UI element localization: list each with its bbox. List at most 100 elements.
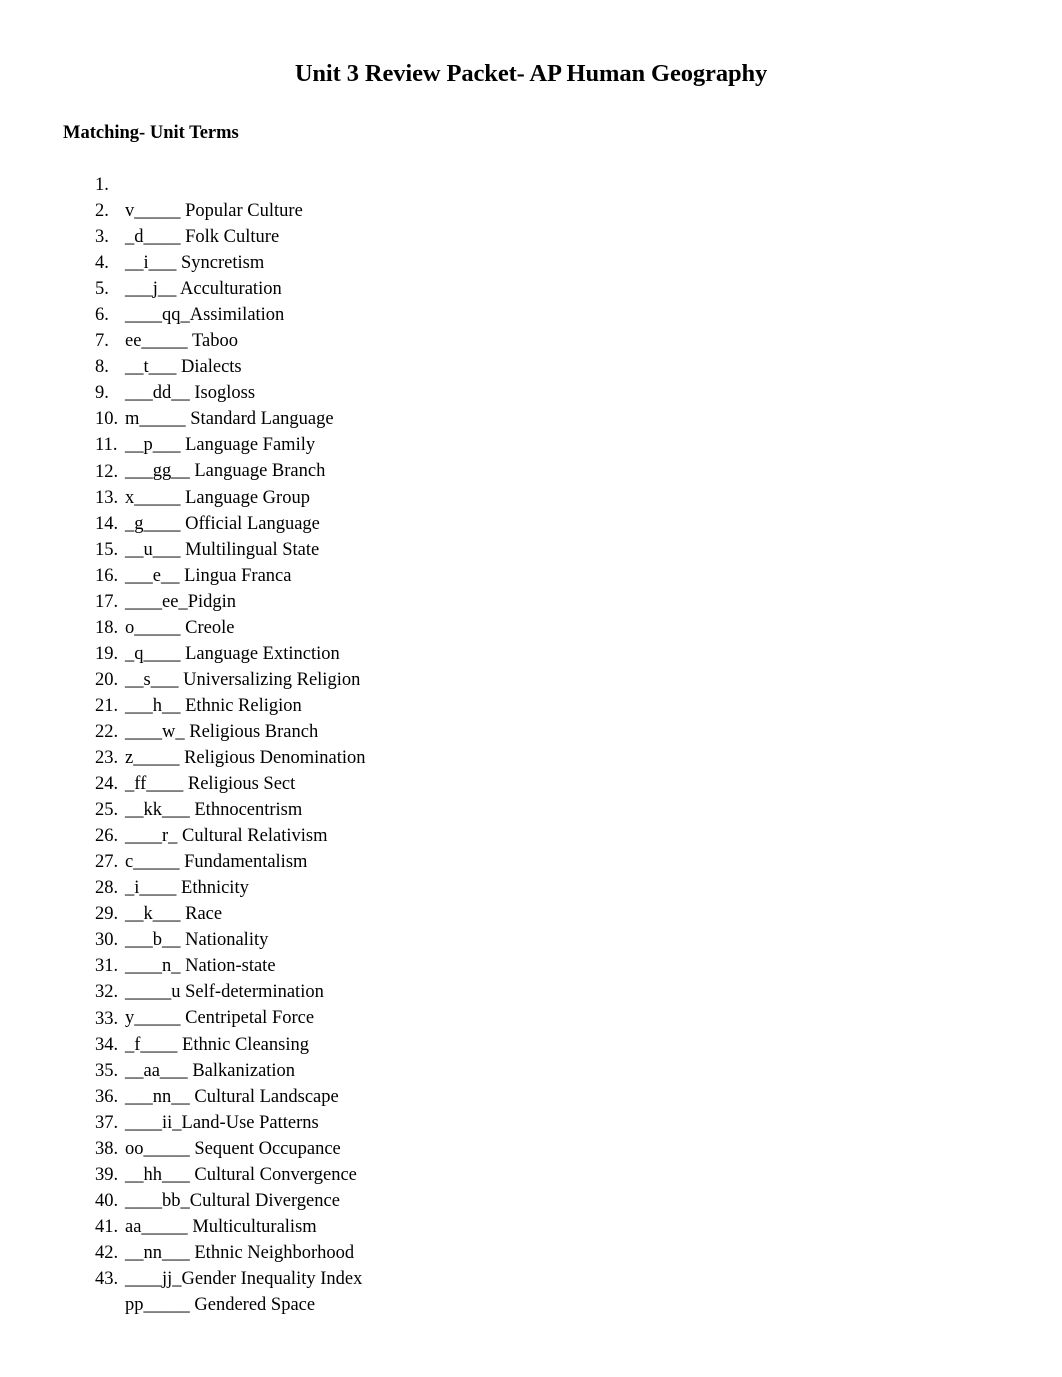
item-number: 38. bbox=[95, 1138, 119, 1159]
matching-item: 17. o_____ Creole bbox=[0, 563, 234, 638]
matching-item: 1. v_____ Popular Culture bbox=[0, 146, 303, 221]
item-answer-and-term: __kk___ Ethnocentrism bbox=[125, 797, 302, 823]
item-term: Centripetal Force bbox=[185, 1008, 315, 1029]
item-answer-and-term: __t___ Dialects bbox=[125, 354, 242, 380]
item-number: 11. bbox=[95, 435, 118, 456]
item-number: 33. bbox=[95, 1008, 119, 1029]
item-number: 21. bbox=[95, 695, 119, 716]
item-term: Acculturation bbox=[180, 279, 282, 300]
item-term: Syncretism bbox=[181, 253, 265, 274]
item-answer-and-term: ___gg__ Language Branch bbox=[125, 458, 325, 484]
item-answer: ___j__ bbox=[125, 279, 177, 300]
item-answer: x_____ bbox=[125, 487, 181, 508]
matching-item: 32. y_____ Centripetal Force bbox=[0, 953, 314, 1028]
item-answer: __k___ bbox=[125, 904, 181, 925]
section-heading: Matching- Unit Terms bbox=[63, 123, 239, 143]
item-answer: ___b__ bbox=[125, 930, 181, 951]
item-answer: ____ii_ bbox=[125, 1112, 182, 1133]
matching-item: 31. _____u Self-determination bbox=[0, 927, 324, 1002]
item-number: 23. bbox=[95, 748, 119, 769]
item-answer: ___dd__ bbox=[125, 383, 190, 404]
item-answer: _g____ bbox=[125, 513, 181, 534]
item-answer-and-term: _q____ Language Extinction bbox=[125, 641, 340, 667]
item-term: Nation-state bbox=[185, 956, 276, 977]
item-term: Race bbox=[185, 904, 223, 925]
matching-item: 2. _d____ Folk Culture bbox=[0, 172, 279, 247]
item-answer-and-term: oo_____ Sequent Occupance bbox=[125, 1136, 341, 1162]
item-number: 30. bbox=[95, 930, 119, 951]
item-number: 10. bbox=[95, 409, 119, 430]
item-answer: oo_____ bbox=[125, 1138, 190, 1159]
item-number: 3. bbox=[95, 227, 109, 248]
item-answer: c_____ bbox=[125, 852, 180, 873]
item-answer: y_____ bbox=[125, 1008, 181, 1029]
item-term: Religious Sect bbox=[187, 774, 296, 795]
item-number: 8. bbox=[95, 357, 109, 378]
item-answer-and-term: ___h__ Ethnic Religion bbox=[125, 693, 302, 719]
item-term: Religious Denomination bbox=[184, 747, 366, 768]
item-answer-and-term: o_____ Creole bbox=[125, 615, 234, 641]
item-number: 1. bbox=[95, 175, 109, 195]
item-answer: __aa___ bbox=[125, 1060, 188, 1081]
item-term: Multilingual State bbox=[185, 539, 320, 560]
matching-item: 5. ____qq_Assimilation bbox=[0, 250, 284, 325]
item-number: 18. bbox=[95, 617, 119, 638]
item-term: Language Group bbox=[185, 487, 310, 508]
item-number: 43. bbox=[95, 1268, 119, 1289]
item-number: 20. bbox=[95, 669, 119, 690]
item-number: 41. bbox=[95, 1216, 119, 1237]
matching-item: 36. ____ii_Land-Use Patterns bbox=[0, 1058, 319, 1133]
item-answer: ___gg__ bbox=[125, 461, 190, 482]
item-number: 29. bbox=[95, 904, 119, 925]
item-answer: __u___ bbox=[125, 539, 181, 560]
item-term: Gender Inequality Index bbox=[181, 1268, 363, 1289]
item-answer: _q____ bbox=[125, 643, 181, 664]
item-number: 7. bbox=[95, 331, 109, 352]
matching-item: 38. __hh___ Cultural Convergence bbox=[0, 1110, 357, 1185]
item-answer: ____w_ bbox=[125, 721, 185, 742]
item-term: Ethnic Religion bbox=[185, 695, 302, 716]
item-number: 35. bbox=[95, 1060, 119, 1081]
item-answer: ee_____ bbox=[125, 331, 188, 352]
item-answer-and-term: ___b__ Nationality bbox=[125, 927, 268, 953]
item-answer-and-term: ____ee_Pidgin bbox=[125, 589, 236, 615]
matching-item: 39. ____bb_Cultural Divergence bbox=[0, 1136, 340, 1211]
item-answer-and-term: ___e__ Lingua Franca bbox=[125, 563, 291, 589]
item-answer-and-term: ____n_ Nation-state bbox=[125, 953, 276, 979]
item-term: Universalizing Religion bbox=[183, 669, 361, 690]
item-answer: ____jj_ bbox=[125, 1268, 182, 1289]
item-term: Dialects bbox=[181, 357, 242, 378]
item-number: 39. bbox=[95, 1164, 119, 1185]
item-answer: ____r_ bbox=[125, 826, 178, 847]
item-term: Land-Use Patterns bbox=[181, 1112, 319, 1133]
matching-item: 27. _i____ Ethnicity bbox=[0, 823, 249, 898]
item-answer-and-term: pp_____ Gendered Space bbox=[125, 1292, 315, 1318]
item-number: 15. bbox=[95, 539, 119, 560]
item-answer: z_____ bbox=[125, 747, 180, 768]
item-number: 26. bbox=[95, 826, 119, 847]
item-answer: pp_____ bbox=[125, 1294, 190, 1315]
item-number: 2. bbox=[95, 201, 109, 222]
matching-item: 22. z_____ Religious Denomination bbox=[0, 693, 365, 768]
item-term: Cultural Landscape bbox=[194, 1086, 339, 1107]
item-number: 12. bbox=[95, 461, 119, 482]
matching-item: 28. __k___ Race bbox=[0, 849, 222, 924]
item-term: Popular Culture bbox=[185, 201, 303, 221]
item-term: Pidgin bbox=[187, 591, 237, 612]
matching-item: 29. ___b__ Nationality bbox=[0, 875, 268, 950]
item-answer: _f____ bbox=[125, 1034, 178, 1055]
item-term: Lingua Franca bbox=[184, 565, 292, 586]
item-term: Cultural Relativism bbox=[182, 826, 328, 847]
matching-item: 16. ____ee_Pidgin bbox=[0, 537, 236, 612]
item-answer: __s___ bbox=[125, 669, 179, 690]
matching-item: 3. __i___ Syncretism bbox=[0, 198, 264, 273]
item-answer-and-term: ___j__ Acculturation bbox=[125, 276, 282, 302]
item-number: 4. bbox=[95, 253, 109, 274]
item-answer-and-term: _____u Self-determination bbox=[125, 979, 324, 1005]
item-term: Isogloss bbox=[194, 383, 256, 404]
item-number: 32. bbox=[95, 982, 119, 1003]
item-term: Taboo bbox=[191, 331, 238, 352]
item-answer: _i____ bbox=[125, 878, 177, 899]
item-number: 9. bbox=[95, 383, 109, 404]
item-number: 17. bbox=[95, 591, 119, 612]
